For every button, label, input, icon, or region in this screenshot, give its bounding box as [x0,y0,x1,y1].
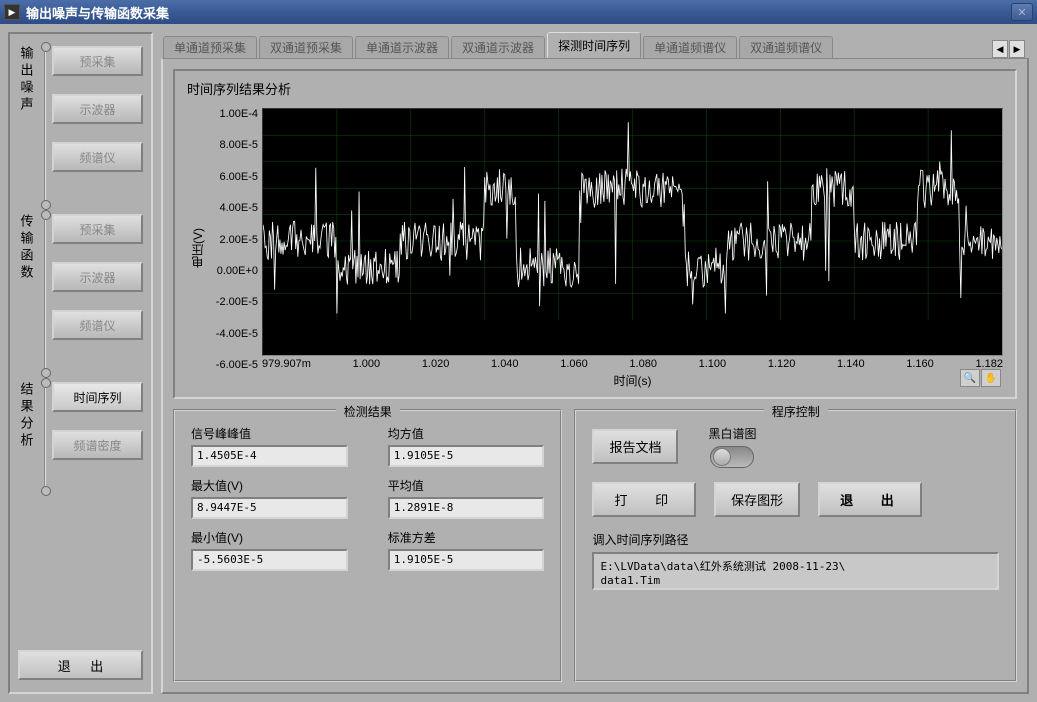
result-mean: 平均值 1.2891E-8 [388,477,545,519]
path-label: 调入时间序列路径 [592,531,999,548]
chart-xlabel: 时间(s) [262,372,1003,389]
sidebar-group-label-result: 结果分析 [18,382,34,450]
result-value: 1.9105E-5 [388,445,545,467]
main-area: 输出噪声 预采集 示波器 频谱仪 传输函数 预采集 示波器 频谱仪 结果分析 [0,24,1037,702]
titlebar: ▶ 输出噪声与传输函数采集 ✕ [0,0,1037,24]
tab-bar: 单通道预采集 双通道预采集 单通道示波器 双通道示波器 探测时间序列 单通道频谱… [161,32,1029,58]
report-button[interactable]: 报告文档 [592,429,678,464]
chart-svg [263,109,1002,320]
path-wrap: 调入时间序列路径 E:\LVData\data\红外系统测试 2008-11-2… [592,531,999,590]
tab-detect-timeseries[interactable]: 探测时间序列 [547,32,641,58]
xtick: 1.120 [768,358,796,370]
tab-scroll-right[interactable]: ▶ [1009,40,1025,58]
chart-tools: 🔍 ✋ [960,369,1001,387]
sidebar-exit-button[interactable]: 退 出 [18,650,143,680]
tab-scroll-left[interactable]: ◀ [992,40,1008,58]
result-value: 1.4505E-4 [191,445,348,467]
ytick: 8.00E-5 [208,139,258,151]
xtick: 1.100 [699,358,727,370]
tab-single-spectrum[interactable]: 单通道频谱仪 [643,36,737,58]
tab-single-oscilloscope[interactable]: 单通道示波器 [355,36,449,58]
pan-tool-icon[interactable]: ✋ [981,369,1001,387]
window-title: 输出噪声与传输函数采集 [26,3,1011,22]
result-label: 均方值 [388,425,545,442]
result-value: -5.5603E-5 [191,549,348,571]
chart-title: 时间序列结果分析 [187,79,1003,98]
path-value: E:\LVData\data\红外系统测试 2008-11-23\ data1.… [592,552,999,590]
result-std: 标准方差 1.9105E-5 [388,529,545,571]
result-label: 平均值 [388,477,545,494]
xtick: 1.000 [353,358,381,370]
close-button[interactable]: ✕ [1011,3,1033,21]
sidebar-btn-spectrum-1[interactable]: 频谱仪 [52,142,143,172]
ytick: -6.00E-5 [208,359,258,371]
xtick: 1.080 [629,358,657,370]
result-peak-to-peak: 信号峰峰值 1.4505E-4 [191,425,348,467]
result-label: 信号峰峰值 [191,425,348,442]
app-window: ▶ 输出噪声与传输函数采集 ✕ 输出噪声 预采集 示波器 频谱仪 传输函数 预采… [0,0,1037,702]
xtick: 1.160 [906,358,934,370]
sidebar-btn-oscilloscope-2[interactable]: 示波器 [52,262,143,292]
sidebar: 输出噪声 预采集 示波器 频谱仪 传输函数 预采集 示波器 频谱仪 结果分析 [8,32,153,694]
sidebar-divider [44,46,46,206]
xtick: 1.040 [491,358,519,370]
chart-plot[interactable] [262,108,1003,356]
print-button[interactable]: 打 印 [592,482,696,517]
xtick: 1.060 [560,358,588,370]
result-label: 最小值(V) [191,529,348,546]
sidebar-btn-timeseries[interactable]: 时间序列 [52,382,143,412]
zoom-tool-icon[interactable]: 🔍 [960,369,980,387]
tab-dual-preacquire[interactable]: 双通道预采集 [259,36,353,58]
result-max: 最大值(V) 8.9447E-5 [191,477,348,519]
toggle-knob [713,448,731,466]
bottom-row: 检测结果 信号峰峰值 1.4505E-4 均方值 1.9105E-5 [173,409,1017,682]
result-value: 8.9447E-5 [191,497,348,519]
bw-toggle-wrap: 黑白谱图 [708,425,756,468]
control-legend: 程序控制 [764,403,828,420]
chart-ylabel: 电压(V) [187,108,208,389]
ytick: 4.00E-5 [208,202,258,214]
sidebar-btn-preacquire-1[interactable]: 预采集 [52,46,143,76]
result-label: 最大值(V) [191,477,348,494]
chart-yticks: 1.00E-4 8.00E-5 6.00E-5 4.00E-5 2.00E-5 … [208,108,262,389]
ytick: 1.00E-4 [208,108,258,120]
tab-panel: 时间序列结果分析 电压(V) 1.00E-4 8.00E-5 6.00E-5 4… [161,58,1029,694]
result-label: 标准方差 [388,529,545,546]
ytick: 2.00E-5 [208,234,258,246]
sidebar-divider [44,382,46,492]
sidebar-group-label-output-noise: 输出噪声 [18,46,34,114]
sidebar-btn-spectral-density[interactable]: 频谱密度 [52,430,143,460]
sidebar-group-label-transfer: 传输函数 [18,214,34,282]
ytick: 0.00E+0 [208,265,258,277]
control-fieldset: 程序控制 报告文档 黑白谱图 打 印 [574,409,1017,682]
sidebar-divider [44,214,46,374]
bw-toggle[interactable] [710,446,754,468]
tab-dual-spectrum[interactable]: 双通道频谱仪 [739,36,833,58]
app-icon: ▶ [4,4,20,20]
sidebar-btn-preacquire-2[interactable]: 预采集 [52,214,143,244]
tab-single-preacquire[interactable]: 单通道预采集 [163,36,257,58]
results-legend: 检测结果 [336,403,400,420]
xtick: 1.140 [837,358,865,370]
content: 单通道预采集 双通道预采集 单通道示波器 双通道示波器 探测时间序列 单通道频谱… [161,32,1029,694]
xtick: 979.907m [262,358,311,370]
save-image-button[interactable]: 保存图形 [714,482,800,517]
result-rms: 均方值 1.9105E-5 [388,425,545,467]
tab-dual-oscilloscope[interactable]: 双通道示波器 [451,36,545,58]
ytick: 6.00E-5 [208,171,258,183]
bw-toggle-label: 黑白谱图 [708,425,756,442]
result-value: 1.2891E-8 [388,497,545,519]
ytick: -4.00E-5 [208,328,258,340]
sidebar-btn-spectrum-2[interactable]: 频谱仪 [52,310,143,340]
chart-container: 时间序列结果分析 电压(V) 1.00E-4 8.00E-5 6.00E-5 4… [173,69,1017,399]
sidebar-btn-oscilloscope-1[interactable]: 示波器 [52,94,143,124]
result-min: 最小值(V) -5.5603E-5 [191,529,348,571]
chart-xticks: 979.907m 1.000 1.020 1.040 1.060 1.080 1… [262,356,1003,370]
ytick: -2.00E-5 [208,296,258,308]
result-value: 1.9105E-5 [388,549,545,571]
results-fieldset: 检测结果 信号峰峰值 1.4505E-4 均方值 1.9105E-5 [173,409,562,682]
xtick: 1.020 [422,358,450,370]
exit-button[interactable]: 退 出 [818,482,922,517]
